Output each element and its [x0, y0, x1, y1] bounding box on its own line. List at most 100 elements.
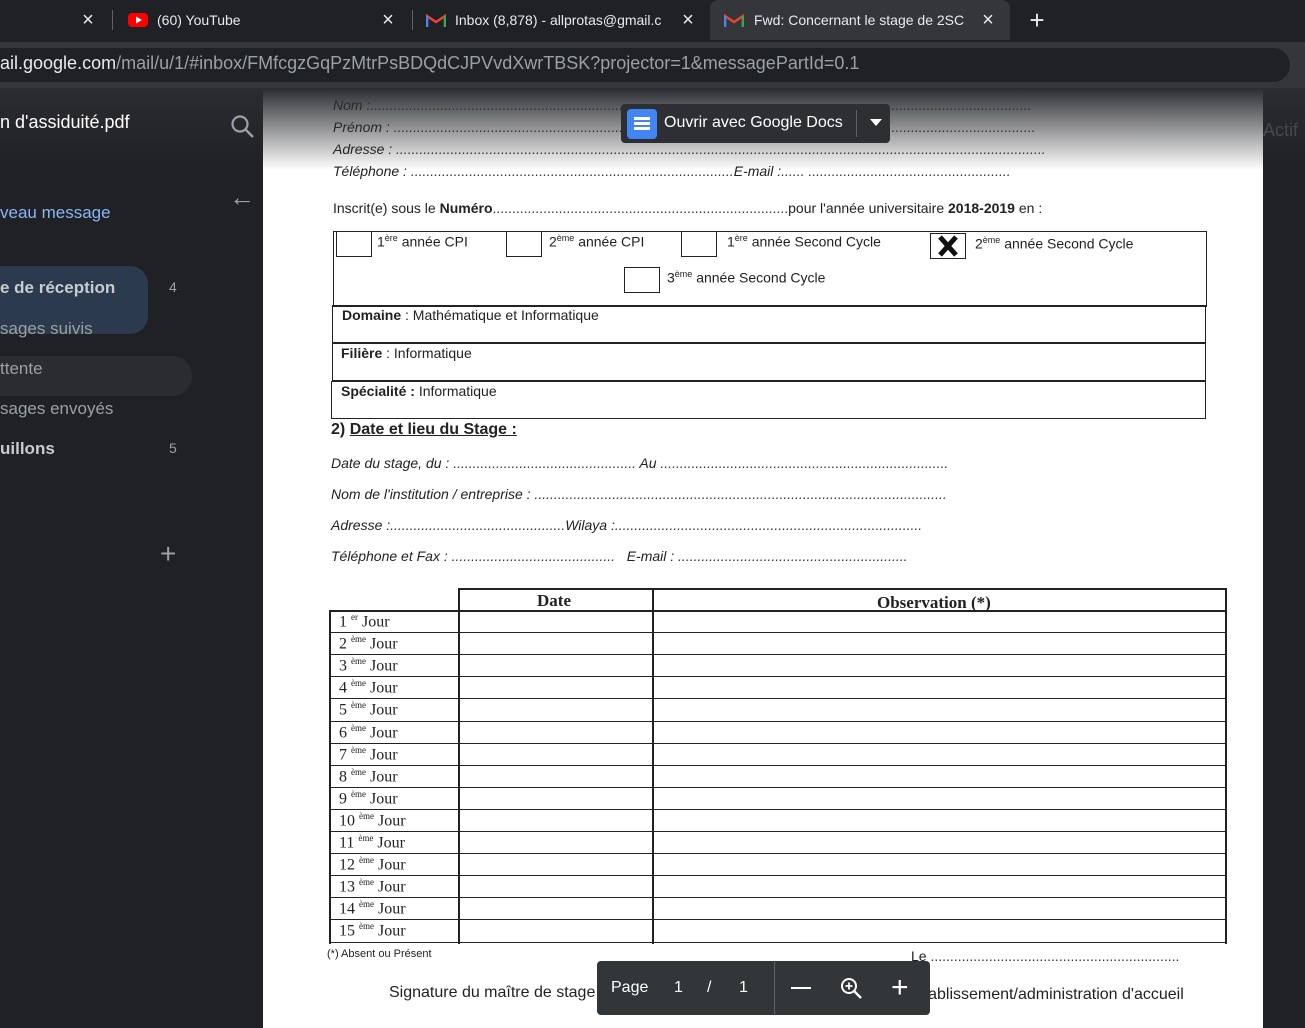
nav-snoozed[interactable]: ttente	[0, 359, 43, 379]
field-adresse: Adresse : ..............................…	[333, 141, 1046, 157]
table-col-line	[458, 588, 460, 944]
day-label: 1 er Jour	[339, 612, 390, 631]
col-header-date: Date	[537, 591, 571, 610]
day-label: 10 ème Jour	[339, 810, 406, 830]
year-label-2cpi: 2ème année CPI	[549, 233, 645, 250]
tab-inbox[interactable]: Inbox (8,878) - allprotas@gmail.c ×	[414, 0, 710, 40]
field-date-stage: Date du stage, du : ....................…	[331, 455, 949, 471]
field-tel-fax: Téléphone et Fax : .....................…	[331, 548, 908, 564]
signature-supervisor: Signature du maître de stage	[389, 984, 596, 1001]
table-row-line	[329, 676, 1227, 678]
filiere-text: Filière : Informatique	[341, 345, 472, 361]
youtube-icon	[128, 13, 148, 27]
page-separator: /	[707, 979, 712, 996]
dropdown-caret-icon[interactable]	[870, 119, 882, 126]
table-row-line	[329, 632, 1227, 634]
day-label: 12 ème Jour	[339, 855, 406, 874]
day-label: 2 ème Jour	[339, 634, 398, 653]
back-arrow-icon[interactable]: ←	[229, 182, 255, 213]
year-label-1cpi: 1ère année CPI	[377, 233, 468, 250]
divider	[333, 88, 593, 89]
table-border-right	[1225, 588, 1227, 944]
table-row-line	[329, 897, 1227, 899]
search-icon[interactable]	[230, 114, 256, 140]
nav-sent[interactable]: sages envoyés	[0, 399, 113, 419]
domaine-text: Domaine : Mathématique et Informatique	[342, 307, 599, 323]
field-adresse-2: Adresse :...............................…	[331, 517, 923, 533]
checkbox-3sc[interactable]	[624, 267, 660, 293]
checkbox-2cpi[interactable]	[506, 231, 542, 257]
day-label: 11 ème Jour	[339, 833, 405, 852]
tab-divider	[412, 10, 413, 30]
checkmark-x-icon	[938, 235, 958, 257]
tab-strip: × (60) YouTube × Inbox (8,878) - allprot…	[0, 0, 1305, 42]
day-label: 8 ème Jour	[339, 766, 398, 786]
table-row-line	[329, 786, 1227, 788]
page-total: 1	[739, 979, 748, 996]
day-label: 7 ème Jour	[339, 744, 398, 763]
open-with-google-docs-button[interactable]: Ouvrir avec Google Docs	[621, 104, 890, 143]
pdf-page: Nom :...................................…	[263, 88, 1263, 1028]
zoom-out-icon[interactable]	[791, 987, 811, 989]
inscrit-line: Inscrit(e) sous le Numéro...............…	[333, 200, 1043, 216]
table-row-line	[329, 808, 1227, 810]
open-with-label: Ouvrir avec Google Docs	[664, 114, 843, 131]
table-row-line	[329, 764, 1227, 766]
year-label-3sc: 3ème année Second Cycle	[667, 269, 826, 286]
tab-title: (60) YouTube	[157, 12, 241, 28]
fit-plus-icon[interactable]: +	[891, 973, 913, 1003]
new-tab-button[interactable]: +	[1024, 6, 1050, 34]
tab-divider	[112, 10, 113, 30]
close-icon[interactable]: ×	[678, 10, 698, 30]
table-row-line	[329, 720, 1227, 722]
checkbox-1cpi[interactable]	[336, 231, 372, 257]
day-label: 9 ème Jour	[339, 788, 398, 808]
gmail-icon	[426, 13, 446, 27]
table-border-left	[329, 610, 331, 944]
day-label: 13 ème Jour	[339, 877, 406, 896]
nav-inbox-label: e de réception	[0, 278, 116, 297]
tab-active-email[interactable]: Fwd: Concernant le stage de 2SC ×	[710, 0, 1010, 40]
table-row-line	[329, 875, 1227, 877]
google-docs-icon	[627, 109, 657, 139]
day-label: 4 ème Jour	[339, 678, 398, 697]
year-label-1sc: 1ère année Second Cycle	[727, 233, 881, 250]
close-icon[interactable]: ×	[978, 10, 998, 30]
zoom-in-icon[interactable]	[839, 976, 863, 1000]
day-label: 6 ème Jour	[339, 722, 398, 741]
table-row-line	[329, 941, 1227, 943]
section-2-title: 2) Date et lieu du Stage :	[331, 421, 517, 438]
table-row-line	[329, 742, 1227, 744]
page-label: Page	[611, 979, 649, 996]
nav-inbox-count: 4	[169, 279, 177, 295]
signature-establishment: Etablissement/administration d'accueil	[913, 986, 1184, 1003]
nav-starred[interactable]: sages suivis	[0, 319, 93, 339]
gmail-icon	[724, 13, 744, 27]
divider	[774, 961, 775, 1015]
table-row-line	[329, 654, 1227, 656]
checkbox-1sc[interactable]	[681, 231, 717, 257]
table-row-line	[329, 698, 1227, 700]
add-label-icon[interactable]: +	[160, 538, 176, 570]
checkbox-2sc[interactable]	[930, 233, 966, 259]
close-icon[interactable]: ×	[78, 10, 98, 30]
field-institution: Nom de l'institution / entreprise : ....…	[331, 486, 947, 502]
page-current[interactable]: 1	[674, 979, 683, 997]
year-label-2sc: 2ème année Second Cycle	[975, 235, 1134, 252]
nav-drafts-count: 5	[169, 440, 177, 456]
nav-drafts[interactable]: uillons	[0, 439, 55, 459]
url-text[interactable]: ail.google.com/mail/u/1/#inbox/FMfcgzGqP…	[0, 53, 859, 74]
table-row-line	[329, 831, 1227, 832]
tab-previous[interactable]: ×	[0, 0, 110, 40]
pdf-file-name: n d'assiduité.pdf	[0, 112, 130, 132]
page-controls: Page 1 / 1 +	[597, 961, 930, 1015]
tab-title: Inbox (8,878) - allprotas@gmail.c	[455, 12, 662, 28]
table-row-line	[329, 853, 1227, 855]
table-border-top	[459, 588, 1227, 590]
tab-youtube[interactable]: (60) YouTube ×	[114, 0, 410, 40]
close-icon[interactable]: ×	[378, 10, 398, 30]
day-label: 15 ème Jour	[339, 921, 406, 940]
col-header-observation: Observation (*)	[877, 593, 991, 612]
field-telephone: Téléphone : ............................…	[333, 163, 1011, 179]
attendance-table: Date Observation (*)	[329, 588, 1227, 944]
